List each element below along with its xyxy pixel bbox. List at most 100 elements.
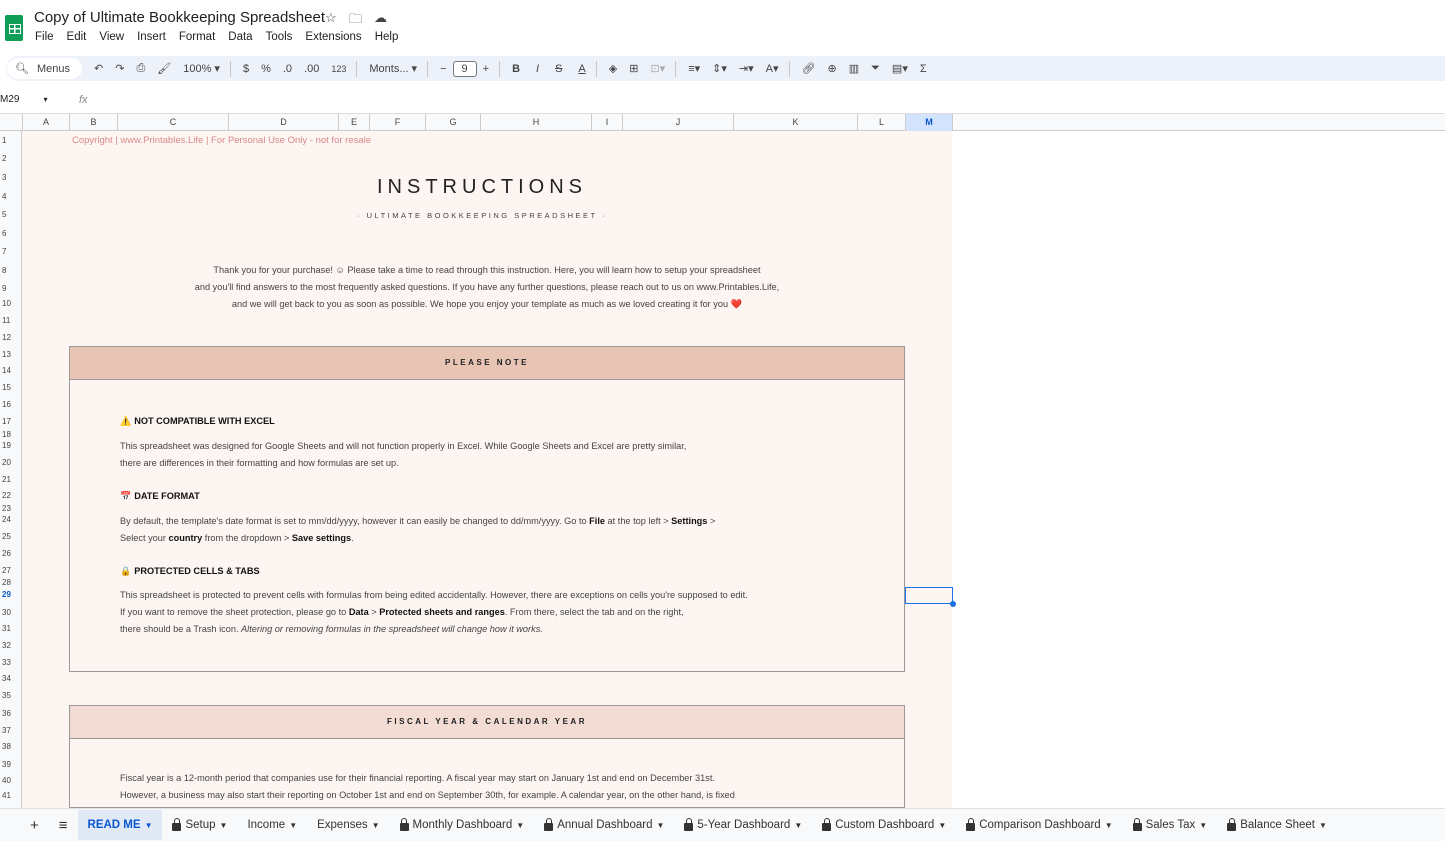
paint-format-icon[interactable]: 🖌︎ bbox=[157, 62, 171, 75]
column-header-i[interactable]: I bbox=[591, 114, 622, 131]
row-header-35[interactable]: 35 bbox=[2, 691, 11, 700]
font-select[interactable]: Monts... ▾ bbox=[369, 62, 417, 75]
row-header-29[interactable]: 29 bbox=[2, 590, 11, 599]
increase-font-size-button[interactable]: + bbox=[483, 63, 489, 75]
insert-link-icon[interactable]: 🔗︎ bbox=[802, 62, 816, 75]
chevron-down-icon[interactable]: ▼ bbox=[1105, 821, 1113, 830]
chevron-down-icon[interactable]: ▼ bbox=[938, 821, 946, 830]
column-header-j[interactable]: J bbox=[622, 114, 733, 131]
chevron-down-icon[interactable]: ▼ bbox=[1199, 821, 1207, 830]
zoom-select[interactable]: 100% ▾ bbox=[183, 62, 220, 75]
row-header-16[interactable]: 16 bbox=[2, 400, 11, 409]
column-header-e[interactable]: E bbox=[338, 114, 369, 131]
add-sheet-button[interactable]: + bbox=[20, 810, 49, 840]
column-header-f[interactable]: F bbox=[369, 114, 425, 131]
menu-tools[interactable]: Tools bbox=[266, 31, 293, 43]
percent-button[interactable]: % bbox=[261, 63, 271, 75]
menu-extensions[interactable]: Extensions bbox=[305, 31, 361, 43]
decrease-decimal-button[interactable]: .0 bbox=[283, 63, 292, 75]
tab-custom-dashboard[interactable]: Custom Dashboard ▼ bbox=[812, 810, 956, 840]
row-header-41[interactable]: 41 bbox=[2, 791, 11, 800]
row-header-1[interactable]: 1 bbox=[2, 136, 6, 145]
tab-setup[interactable]: Setup ▼ bbox=[162, 810, 237, 840]
text-rotation-icon[interactable]: A▾ bbox=[766, 62, 779, 75]
document-title[interactable]: Copy of Ultimate Bookkeeping Spreadsheet bbox=[34, 9, 325, 26]
row-header-40[interactable]: 40 bbox=[2, 776, 11, 785]
chevron-down-icon[interactable]: ▼ bbox=[220, 821, 228, 830]
column-header-b[interactable]: B bbox=[69, 114, 117, 131]
row-header-34[interactable]: 34 bbox=[2, 674, 11, 683]
row-header-18[interactable]: 18 bbox=[2, 430, 11, 439]
borders-icon[interactable]: ⊞ bbox=[629, 62, 638, 75]
column-header-l[interactable]: L bbox=[857, 114, 905, 131]
chevron-down-icon[interactable]: ▼ bbox=[1319, 821, 1327, 830]
bold-icon[interactable]: B bbox=[512, 63, 520, 75]
row-header-39[interactable]: 39 bbox=[2, 760, 11, 769]
functions-icon[interactable]: Σ bbox=[920, 63, 927, 75]
sheets-logo[interactable] bbox=[5, 15, 23, 41]
search-menus[interactable]: 🔍︎ Menus bbox=[7, 58, 82, 79]
row-header-37[interactable]: 37 bbox=[2, 726, 11, 735]
increase-decimal-button[interactable]: .00 bbox=[304, 63, 319, 75]
strikethrough-icon[interactable]: S bbox=[555, 63, 562, 75]
text-color-icon[interactable]: A bbox=[578, 63, 585, 75]
row-header-30[interactable]: 30 bbox=[2, 608, 11, 617]
star-icon[interactable]: ☆ bbox=[325, 10, 337, 26]
row-header-13[interactable]: 13 bbox=[2, 350, 11, 359]
row-header-27[interactable]: 27 bbox=[2, 566, 11, 575]
number-format-button[interactable]: 123 bbox=[331, 64, 346, 74]
row-header-24[interactable]: 24 bbox=[2, 515, 11, 524]
column-header-m[interactable]: M bbox=[905, 114, 952, 131]
row-header-7[interactable]: 7 bbox=[2, 247, 6, 256]
filter-views-icon[interactable]: ▤▾ bbox=[892, 62, 908, 75]
menu-file[interactable]: File bbox=[35, 31, 54, 43]
row-header-6[interactable]: 6 bbox=[2, 229, 6, 238]
row-header-33[interactable]: 33 bbox=[2, 658, 11, 667]
move-folder-icon[interactable]: 🗀 bbox=[349, 10, 362, 32]
menu-format[interactable]: Format bbox=[179, 31, 215, 43]
row-header-20[interactable]: 20 bbox=[2, 458, 11, 467]
row-header-25[interactable]: 25 bbox=[2, 532, 11, 541]
row-header-22[interactable]: 22 bbox=[2, 491, 11, 500]
tab-read-me[interactable]: READ ME ▼ bbox=[77, 810, 163, 840]
vertical-align-icon[interactable]: ⇕▾ bbox=[712, 62, 727, 75]
row-header-2[interactable]: 2 bbox=[2, 154, 6, 163]
horizontal-align-icon[interactable]: ≡▾ bbox=[688, 62, 700, 75]
tab-sales-tax[interactable]: Sales Tax ▼ bbox=[1123, 810, 1218, 840]
chevron-down-icon[interactable]: ▼ bbox=[372, 821, 380, 830]
row-header-14[interactable]: 14 bbox=[2, 366, 11, 375]
row-header-19[interactable]: 19 bbox=[2, 441, 11, 450]
tab-5-year-dashboard[interactable]: 5-Year Dashboard ▼ bbox=[674, 810, 812, 840]
cloud-status-icon[interactable]: ☁ bbox=[374, 10, 387, 26]
undo-icon[interactable]: ↶ bbox=[94, 62, 103, 75]
row-header-21[interactable]: 21 bbox=[2, 475, 11, 484]
filter-icon[interactable]: ⏷ bbox=[871, 62, 880, 75]
row-header-32[interactable]: 32 bbox=[2, 641, 11, 650]
decrease-font-size-button[interactable]: − bbox=[440, 63, 446, 75]
column-header-c[interactable]: C bbox=[117, 114, 228, 131]
tab-balance-sheet[interactable]: Balance Sheet ▼ bbox=[1217, 810, 1337, 840]
chevron-down-icon[interactable]: ▼ bbox=[145, 821, 153, 830]
text-wrap-icon[interactable]: ⇥▾ bbox=[739, 62, 754, 75]
menu-data[interactable]: Data bbox=[228, 31, 252, 43]
font-size-input[interactable]: 9 bbox=[452, 60, 477, 77]
column-header-h[interactable]: H bbox=[480, 114, 591, 131]
row-header-26[interactable]: 26 bbox=[2, 549, 11, 558]
row-header-17[interactable]: 17 bbox=[2, 417, 11, 426]
menu-view[interactable]: View bbox=[99, 31, 124, 43]
column-header-a[interactable]: A bbox=[22, 114, 69, 131]
chevron-down-icon[interactable]: ▼ bbox=[794, 821, 802, 830]
chevron-down-icon[interactable]: ▼ bbox=[516, 821, 524, 830]
fill-color-icon[interactable]: ◈ bbox=[609, 62, 617, 75]
row-header-15[interactable]: 15 bbox=[2, 383, 11, 392]
redo-icon[interactable]: ↷ bbox=[115, 62, 124, 75]
menu-insert[interactable]: Insert bbox=[137, 31, 166, 43]
chevron-down-icon[interactable]: ▼ bbox=[289, 821, 297, 830]
column-header-d[interactable]: D bbox=[228, 114, 338, 131]
insert-chart-icon[interactable]: ▥ bbox=[849, 62, 859, 75]
merge-cells-icon[interactable]: ⊡▾ bbox=[650, 62, 665, 75]
italic-icon[interactable]: I bbox=[536, 63, 539, 75]
row-header-38[interactable]: 38 bbox=[2, 742, 11, 751]
row-header-23[interactable]: 23 bbox=[2, 504, 11, 513]
row-header-12[interactable]: 12 bbox=[2, 333, 11, 342]
